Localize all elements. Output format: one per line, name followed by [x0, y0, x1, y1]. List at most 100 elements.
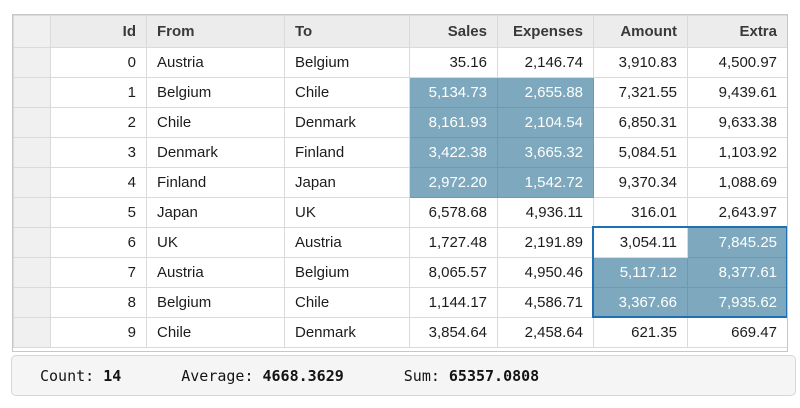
table-cell[interactable]: 2 — [51, 108, 147, 138]
column-header-id[interactable]: Id — [51, 16, 147, 48]
table-cell[interactable]: 1,144.17 — [410, 288, 498, 318]
column-header-from[interactable]: From — [147, 16, 285, 48]
row-handle[interactable] — [14, 198, 51, 228]
table-cell[interactable]: 3 — [51, 138, 147, 168]
row-handle[interactable] — [14, 288, 51, 318]
row-handle[interactable] — [14, 258, 51, 288]
table-cell[interactable]: Belgium — [147, 288, 285, 318]
table-cell[interactable]: 0 — [51, 48, 147, 78]
table-body: 0AustriaBelgium35.162,146.743,910.834,50… — [14, 48, 788, 348]
table-cell[interactable]: 8 — [51, 288, 147, 318]
row-handle[interactable] — [14, 168, 51, 198]
table-cell[interactable]: 2,146.74 — [498, 48, 594, 78]
status-sum-label: Sum: — [404, 367, 440, 385]
table-row: 1BelgiumChile5,134.732,655.887,321.559,4… — [14, 78, 788, 108]
table-row: 0AustriaBelgium35.162,146.743,910.834,50… — [14, 48, 788, 78]
table-row: 9ChileDenmark3,854.642,458.64621.35669.4… — [14, 318, 788, 348]
table-cell[interactable]: Belgium — [285, 48, 410, 78]
table-cell[interactable]: 7,321.55 — [594, 78, 688, 108]
table-cell[interactable]: Austria — [285, 228, 410, 258]
table-cell[interactable]: 3,854.64 — [410, 318, 498, 348]
table-cell[interactable]: UK — [285, 198, 410, 228]
table-cell[interactable]: 7 — [51, 258, 147, 288]
table-cell[interactable]: 4,586.71 — [498, 288, 594, 318]
column-header-extra[interactable]: Extra — [688, 16, 788, 48]
table-cell[interactable]: 8,065.57 — [410, 258, 498, 288]
table-cell[interactable]: Chile — [147, 108, 285, 138]
row-handle[interactable] — [14, 108, 51, 138]
table-cell[interactable]: Austria — [147, 258, 285, 288]
table-cell[interactable]: Denmark — [285, 318, 410, 348]
table-row: 7AustriaBelgium8,065.574,950.465,117.128… — [14, 258, 788, 288]
table-cell[interactable]: 2,643.97 — [688, 198, 788, 228]
table-cell[interactable]: 9,370.34 — [594, 168, 688, 198]
table-cell[interactable]: 8,377.61 — [688, 258, 788, 288]
header-row: Id From To Sales Expenses Amount Extra — [14, 16, 788, 48]
table-cell[interactable]: 1,088.69 — [688, 168, 788, 198]
status-count-label: Count: — [40, 367, 94, 385]
table-cell[interactable]: 621.35 — [594, 318, 688, 348]
table-row: 5JapanUK6,578.684,936.11316.012,643.97 — [14, 198, 788, 228]
table-cell[interactable]: 9 — [51, 318, 147, 348]
table-row: 2ChileDenmark8,161.932,104.546,850.319,6… — [14, 108, 788, 138]
table-cell[interactable]: 3,367.66 — [594, 288, 688, 318]
table-cell[interactable]: 5,117.12 — [594, 258, 688, 288]
active-cell[interactable]: 3,054.11 — [594, 228, 688, 258]
table-cell[interactable]: 6 — [51, 228, 147, 258]
row-handle[interactable] — [14, 138, 51, 168]
table-cell[interactable]: 3,910.83 — [594, 48, 688, 78]
table-cell[interactable]: 6,850.31 — [594, 108, 688, 138]
table-cell[interactable]: 35.16 — [410, 48, 498, 78]
table-cell[interactable]: Japan — [147, 198, 285, 228]
table-cell[interactable]: 2,655.88 — [498, 78, 594, 108]
table-cell[interactable]: UK — [147, 228, 285, 258]
table-cell[interactable]: 5 — [51, 198, 147, 228]
row-handle[interactable] — [14, 78, 51, 108]
table-cell[interactable]: Chile — [285, 78, 410, 108]
table-cell[interactable]: 1,727.48 — [410, 228, 498, 258]
column-header-expenses[interactable]: Expenses — [498, 16, 594, 48]
table-cell[interactable]: 3,665.32 — [498, 138, 594, 168]
table-cell[interactable]: Japan — [285, 168, 410, 198]
table-cell[interactable]: 316.01 — [594, 198, 688, 228]
table-cell[interactable]: 4 — [51, 168, 147, 198]
table-cell[interactable]: 669.47 — [688, 318, 788, 348]
table-row: 3DenmarkFinland3,422.383,665.325,084.511… — [14, 138, 788, 168]
table-cell[interactable]: Denmark — [147, 138, 285, 168]
column-header-sales[interactable]: Sales — [410, 16, 498, 48]
table-cell[interactable]: 2,972.20 — [410, 168, 498, 198]
table-cell[interactable]: 6,578.68 — [410, 198, 498, 228]
table-cell[interactable]: 4,950.46 — [498, 258, 594, 288]
column-header-to[interactable]: To — [285, 16, 410, 48]
row-handle[interactable] — [14, 318, 51, 348]
table-cell[interactable]: 4,936.11 — [498, 198, 594, 228]
table-cell[interactable]: Finland — [285, 138, 410, 168]
table-cell[interactable]: 1,103.92 — [688, 138, 788, 168]
table-cell[interactable]: 5,084.51 — [594, 138, 688, 168]
column-header-amount[interactable]: Amount — [594, 16, 688, 48]
row-handle[interactable] — [14, 228, 51, 258]
table-cell[interactable]: Belgium — [285, 258, 410, 288]
table-cell[interactable]: 5,134.73 — [410, 78, 498, 108]
row-handle[interactable] — [14, 48, 51, 78]
table-cell[interactable]: 3,422.38 — [410, 138, 498, 168]
table-cell[interactable]: 7,935.62 — [688, 288, 788, 318]
table-cell[interactable]: 7,845.25 — [688, 228, 788, 258]
table-cell[interactable]: Austria — [147, 48, 285, 78]
table-cell[interactable]: 8,161.93 — [410, 108, 498, 138]
table-cell[interactable]: Belgium — [147, 78, 285, 108]
table-cell[interactable]: Chile — [285, 288, 410, 318]
table-cell[interactable]: Chile — [147, 318, 285, 348]
status-count: Count:14 — [40, 367, 121, 385]
table-cell[interactable]: 9,439.61 — [688, 78, 788, 108]
table-cell[interactable]: 2,104.54 — [498, 108, 594, 138]
table-cell[interactable]: Denmark — [285, 108, 410, 138]
table-cell[interactable]: 2,458.64 — [498, 318, 594, 348]
table-cell[interactable]: 4,500.97 — [688, 48, 788, 78]
table-cell[interactable]: Finland — [147, 168, 285, 198]
table-row: 4FinlandJapan2,972.201,542.729,370.341,0… — [14, 168, 788, 198]
table-cell[interactable]: 9,633.38 — [688, 108, 788, 138]
table-cell[interactable]: 1 — [51, 78, 147, 108]
table-cell[interactable]: 1,542.72 — [498, 168, 594, 198]
table-cell[interactable]: 2,191.89 — [498, 228, 594, 258]
